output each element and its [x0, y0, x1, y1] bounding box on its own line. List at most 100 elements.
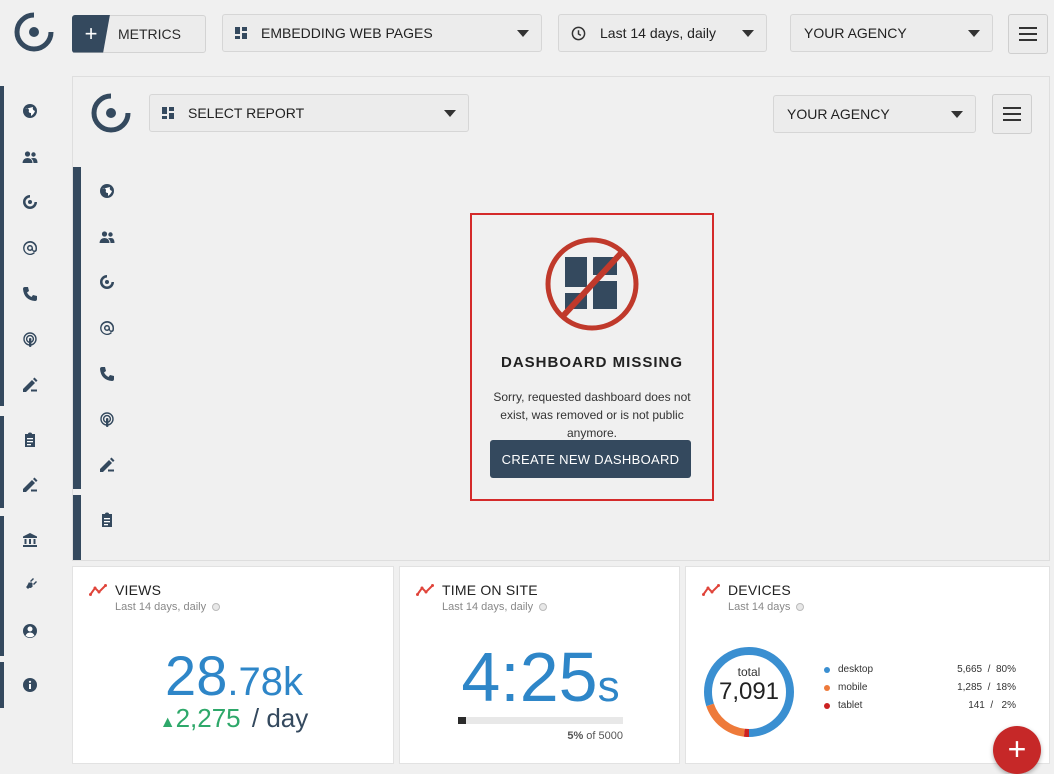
- phone-icon[interactable]: [97, 364, 117, 384]
- phone-icon[interactable]: [20, 284, 40, 304]
- time-on-site-progress-track: [458, 717, 623, 724]
- legend-row-desktop: desktop 5,665 / 80%: [822, 663, 1022, 681]
- info-icon[interactable]: [20, 675, 40, 695]
- legend-dot: [824, 667, 830, 673]
- devices-legend: desktop 5,665 / 80% mobile 1,285 / 18% table…: [822, 663, 1022, 717]
- edit-icon[interactable]: [20, 475, 40, 495]
- time-on-site-title: TIME ON SITE: [442, 582, 538, 598]
- trend-icon: [702, 584, 720, 596]
- time-on-site-value: 4:25s: [461, 638, 620, 716]
- embedded-menu-button[interactable]: [992, 94, 1032, 134]
- hamburger-icon: [1003, 107, 1021, 121]
- devices-subtitle: Last 14 days: [728, 601, 805, 613]
- metrics-label: METRICS: [118, 26, 181, 42]
- sidebar-group-rail: [0, 416, 4, 508]
- sidebar-group-rail: [0, 516, 4, 656]
- users-icon[interactable]: [20, 147, 40, 167]
- devices-widget[interactable]: DEVICES Last 14 days total 7,091 desktop…: [685, 566, 1050, 764]
- chevron-down-icon: [951, 111, 963, 118]
- report-select-label: SELECT REPORT: [188, 105, 305, 121]
- views-title: VIEWS: [115, 582, 162, 598]
- dashboard-missing-box: DASHBOARD MISSING Sorry, requested dashb…: [470, 213, 714, 501]
- create-dashboard-button[interactable]: CREATE NEW DASHBOARD: [490, 440, 691, 478]
- clipboard-icon[interactable]: [97, 510, 117, 530]
- touch-icon[interactable]: [20, 330, 40, 350]
- account-icon[interactable]: [20, 621, 40, 641]
- views-value: 28.78k: [165, 644, 303, 707]
- embedded-sidebar-rail: [73, 495, 81, 560]
- embedded-logo[interactable]: [91, 93, 131, 133]
- dashboard-grid-icon: [235, 27, 247, 39]
- missing-title: DASHBOARD MISSING: [500, 354, 683, 371]
- chevron-down-icon: [444, 110, 456, 117]
- views-delta: ▲2,275 / day: [159, 703, 309, 733]
- legend-dot: [824, 685, 830, 691]
- legend-label: tablet: [838, 700, 863, 711]
- app-logo[interactable]: [14, 12, 54, 52]
- legend-value: 1,285 / 18%: [957, 682, 1016, 693]
- touch-icon[interactable]: [97, 410, 117, 430]
- legend-value: 5,665 / 80%: [957, 664, 1016, 675]
- trend-icon: [89, 584, 107, 596]
- embedded-agency-select[interactable]: YOUR AGENCY: [773, 95, 976, 133]
- donut-total-value: 7,091: [718, 678, 780, 705]
- chevron-down-icon: [517, 30, 529, 37]
- logo-icon: [91, 93, 131, 133]
- plug-icon[interactable]: [20, 575, 40, 595]
- no-dashboard-icon: [545, 237, 639, 331]
- clipboard-icon[interactable]: [20, 430, 40, 450]
- embedded-sidebar-rail: [73, 167, 81, 489]
- agency-select-label: YOUR AGENCY: [804, 25, 907, 41]
- legend-label: mobile: [838, 682, 868, 693]
- users-icon[interactable]: [97, 227, 117, 247]
- settings-dot-icon[interactable]: [212, 603, 221, 611]
- plus-icon: +: [1007, 731, 1027, 767]
- hamburger-icon: [1019, 27, 1037, 41]
- date-range-select[interactable]: Last 14 days, daily: [558, 14, 767, 52]
- target-icon[interactable]: [97, 272, 117, 292]
- settings-dot-icon[interactable]: [539, 603, 548, 611]
- clock-icon: [571, 26, 586, 40]
- add-metrics-button[interactable]: + METRICS: [72, 14, 206, 53]
- time-on-site-widget[interactable]: TIME ON SITE Last 14 days, daily 4:25s 5…: [399, 566, 680, 764]
- dashboard-select[interactable]: EMBEDDING WEB PAGES: [222, 14, 542, 52]
- agency-select[interactable]: YOUR AGENCY: [790, 14, 993, 52]
- edit-icon[interactable]: [20, 375, 40, 395]
- report-select[interactable]: SELECT REPORT: [149, 94, 469, 132]
- at-icon[interactable]: [20, 238, 40, 258]
- donut-total-label: total: [737, 665, 761, 679]
- dashboard-select-label: EMBEDDING WEB PAGES: [261, 25, 433, 41]
- logo-icon: [14, 12, 54, 52]
- legend-row-mobile: mobile 1,285 / 18%: [822, 681, 1022, 699]
- globe-icon[interactable]: [20, 101, 40, 121]
- settings-dot-icon[interactable]: [796, 603, 805, 611]
- embedded-agency-label: YOUR AGENCY: [787, 106, 890, 122]
- globe-icon[interactable]: [97, 181, 117, 201]
- dashboard-grid-icon: [162, 107, 174, 119]
- time-on-site-progress-label: 5% of 5000: [567, 730, 623, 742]
- date-range-label: Last 14 days, daily: [600, 25, 716, 41]
- legend-row-tablet: tablet 141 / 2%: [822, 699, 1022, 717]
- legend-dot: [824, 703, 830, 709]
- edit-icon[interactable]: [97, 455, 117, 475]
- sidebar-group-rail: [0, 662, 4, 708]
- sidebar-group-rail: [0, 86, 4, 406]
- devices-title: DEVICES: [728, 582, 791, 598]
- legend-value: 141 / 2%: [968, 700, 1016, 711]
- views-widget[interactable]: VIEWS Last 14 days, daily 28.78k ▲2,275 …: [72, 566, 394, 764]
- main-menu-button[interactable]: [1008, 14, 1048, 54]
- embedded-page-frame: SELECT REPORT YOUR AGENCY DASHBOARD MISS…: [72, 76, 1050, 561]
- legend-label: desktop: [838, 664, 874, 675]
- time-on-site-progress-fill: [458, 717, 467, 724]
- plus-icon: +: [72, 14, 110, 53]
- at-icon[interactable]: [97, 318, 117, 338]
- bank-icon[interactable]: [20, 530, 40, 550]
- views-subtitle: Last 14 days, daily: [115, 601, 221, 613]
- chevron-down-icon: [742, 30, 754, 37]
- missing-text: Sorry, requested dashboard does not exis…: [493, 390, 691, 440]
- target-icon[interactable]: [20, 192, 40, 212]
- floating-add-button[interactable]: +: [993, 726, 1041, 774]
- trend-icon: [416, 584, 434, 596]
- chevron-down-icon: [968, 30, 980, 37]
- time-on-site-subtitle: Last 14 days, daily: [442, 601, 548, 613]
